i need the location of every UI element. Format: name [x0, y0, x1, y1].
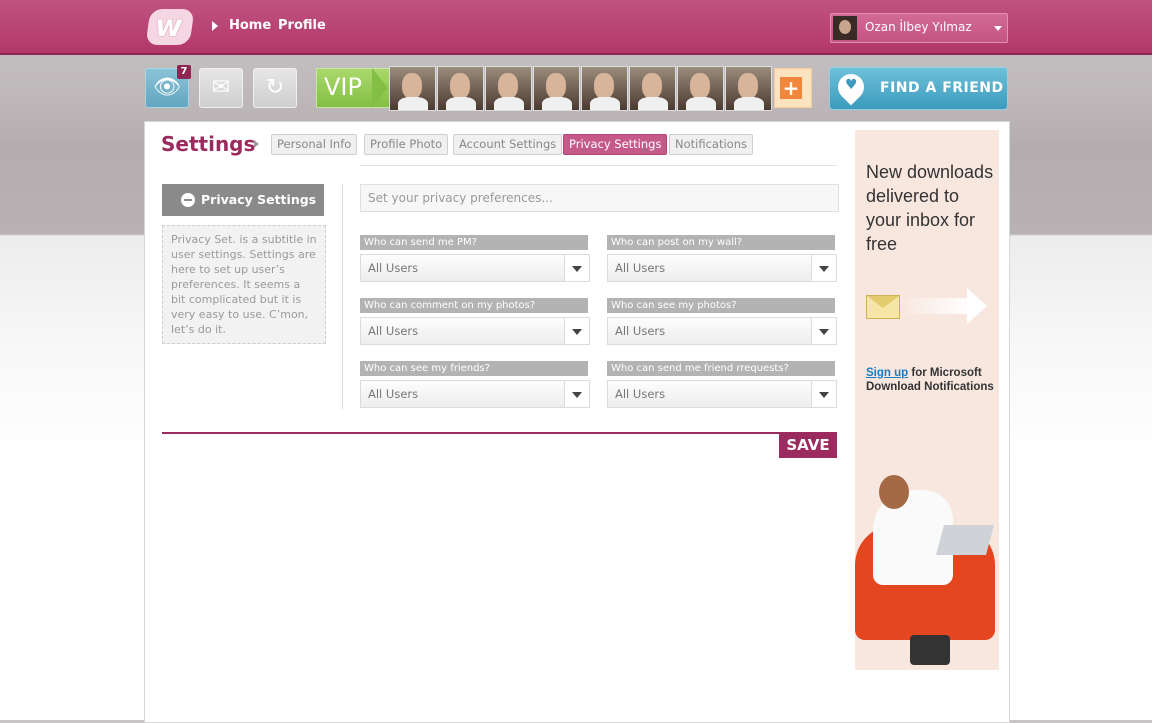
select-see-photos[interactable]: All Users [607, 317, 837, 345]
select-value: All Users [368, 261, 419, 275]
sidebar-title: Privacy Settings [201, 192, 317, 207]
vip-member-avatar[interactable] [437, 66, 484, 111]
select-value: All Users [615, 324, 666, 338]
ad-image-laptop [935, 525, 995, 555]
vip-label: VIP [324, 73, 362, 101]
chevron-down-icon [564, 381, 589, 407]
ad-signup-text: Sign up for Microsoft Download Notificat… [866, 366, 996, 394]
ad-headline: New downloads delivered to your inbox fo… [866, 162, 994, 254]
ad-image-person-head [879, 475, 909, 509]
envelope-icon: ✉ [211, 75, 231, 100]
breadcrumb-arrow-icon [254, 140, 259, 148]
plus-icon: + [780, 77, 802, 99]
find-a-friend-button[interactable]: ♥ FIND A FRIEND [829, 67, 1008, 110]
vip-member-avatar[interactable] [485, 66, 532, 111]
page-title: Settings [161, 132, 256, 156]
ad-image-chair-base [910, 635, 950, 665]
tab-notifications[interactable]: Notifications [669, 134, 753, 155]
arrow-icon [901, 298, 971, 314]
privacy-preferences-input[interactable]: Set your privacy preferences... [360, 184, 839, 212]
tab-personal-info[interactable]: Personal Info [271, 134, 358, 155]
vip-member-avatar[interactable] [629, 66, 676, 111]
tab-profile-photo[interactable]: Profile Photo [364, 134, 449, 155]
find-friend-label: FIND A FRIEND [880, 80, 1004, 96]
select-value: All Users [368, 387, 419, 401]
nav-arrow-icon [212, 21, 218, 31]
chevron-down-icon [564, 255, 589, 281]
select-see-friends[interactable]: All Users [360, 380, 590, 408]
select-value: All Users [615, 261, 666, 275]
vip-member-avatar[interactable] [389, 66, 436, 111]
field-label-see-photos: Who can see my photos? [607, 298, 835, 313]
refresh-icon: ↻ [265, 75, 285, 100]
field-label-post-on-wall: Who can post on my wall? [607, 235, 835, 250]
messages-button[interactable]: ✉ [199, 68, 243, 108]
chevron-down-icon [811, 255, 836, 281]
vip-arrow-icon [372, 68, 388, 108]
divider [342, 184, 343, 409]
chevron-down-icon [811, 318, 836, 344]
select-value: All Users [368, 324, 419, 338]
chevron-down-icon [994, 26, 1002, 31]
divider [360, 165, 837, 166]
vip-member-avatar[interactable] [581, 66, 628, 111]
ad-signup-link[interactable]: Sign up [866, 367, 908, 379]
avatar [833, 16, 857, 40]
arrow-head-icon [967, 288, 987, 324]
tab-account-settings[interactable]: Account Settings [453, 134, 563, 155]
nav-home-link[interactable]: Home [229, 18, 271, 33]
nav-profile-link[interactable]: Profile [278, 18, 326, 33]
chevron-down-icon [564, 318, 589, 344]
envelope-icon [866, 295, 900, 319]
sidebar-description: Privacy Set. is a subtitle in user setti… [162, 225, 326, 344]
logo-letter: w [155, 9, 183, 44]
select-send-pm[interactable]: All Users [360, 254, 590, 282]
user-name: Ozan İlbey Yılmaz [865, 20, 972, 34]
select-value: All Users [615, 387, 666, 401]
field-label-friend-requests: Who can send me friend rrequests? [607, 361, 835, 376]
field-label-comment-photos: Who can comment on my photos? [360, 298, 588, 313]
save-button[interactable]: SAVE [779, 433, 837, 458]
vip-member-avatar[interactable] [533, 66, 580, 111]
app-logo[interactable]: w [144, 6, 199, 48]
select-friend-requests[interactable]: All Users [607, 380, 837, 408]
heart-icon: ♥ [845, 77, 858, 93]
refresh-button[interactable]: ↻ [253, 68, 297, 108]
collapse-icon [181, 193, 195, 207]
vip-member-avatar[interactable] [725, 66, 772, 111]
sidebar-section-header[interactable]: Privacy Settings [162, 184, 324, 216]
divider [162, 432, 837, 434]
select-comment-photos[interactable]: All Users [360, 317, 590, 345]
field-label-send-pm: Who can send me PM? [360, 235, 588, 250]
chevron-down-icon [811, 381, 836, 407]
vip-member-avatar[interactable] [677, 66, 724, 111]
advertisement[interactable]: New downloads delivered to your inbox fo… [855, 130, 999, 670]
tab-privacy-settings[interactable]: Privacy Settings [563, 134, 668, 155]
select-post-on-wall[interactable]: All Users [607, 254, 837, 282]
top-bar: w Home Profile Ozan İlbey Yılmaz [0, 0, 1152, 55]
user-menu[interactable]: Ozan İlbey Yılmaz [830, 13, 1008, 43]
views-count-badge: 7 [177, 65, 191, 79]
field-label-see-friends: Who can see my friends? [360, 361, 588, 376]
